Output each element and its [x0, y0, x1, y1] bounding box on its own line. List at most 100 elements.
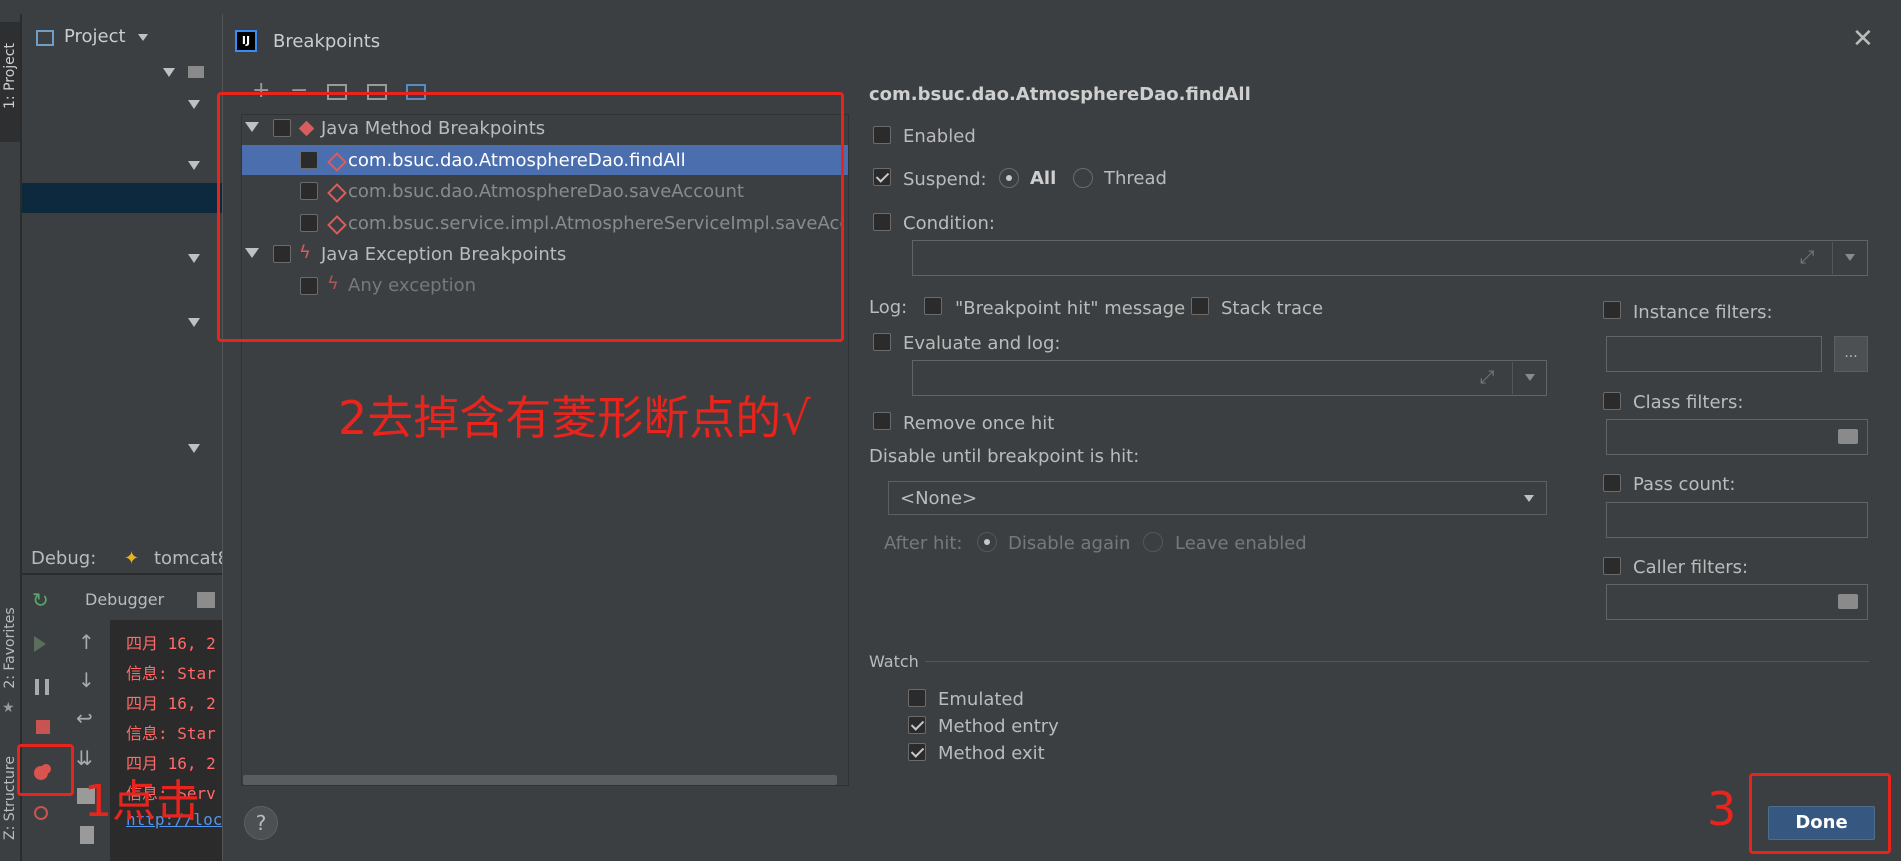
side-tab-project-label: 1: Project — [2, 43, 18, 109]
disable-until-value: <None> — [900, 488, 978, 509]
step-down-icon[interactable]: ↓ — [78, 668, 95, 692]
tree-expand-icon[interactable] — [188, 444, 200, 453]
folder-icon — [188, 66, 204, 78]
folder-icon[interactable] — [1838, 429, 1858, 444]
project-dropdown-icon[interactable] — [138, 34, 148, 41]
after-hit-disable-label[interactable]: Disable again — [1008, 533, 1130, 554]
annotation-box-tree — [217, 92, 844, 342]
stop-icon[interactable] — [36, 720, 50, 734]
tree-selected-row[interactable] — [22, 183, 222, 213]
project-panel — [22, 14, 222, 549]
suspend-checkbox[interactable] — [873, 168, 891, 186]
annotation-box-debug-icon — [17, 744, 74, 796]
suspend-thread-label[interactable]: Thread — [1104, 168, 1167, 189]
tree-expand-icon[interactable] — [163, 68, 175, 77]
condition-dropdown-divider — [1832, 242, 1833, 274]
stack-trace-checkbox[interactable] — [1191, 297, 1209, 315]
expand-editor-icon[interactable]: ⤢ — [1800, 247, 1814, 268]
resume-icon[interactable] — [34, 636, 46, 652]
emulated-label[interactable]: Emulated — [938, 689, 1024, 710]
after-hit-label: After hit: — [884, 533, 963, 554]
console-line: 信息: Star — [126, 664, 216, 683]
annotation-step2: 2去掉含有菱形断点的√ — [338, 391, 811, 445]
instance-filters-input[interactable] — [1606, 336, 1822, 372]
tree-expand-icon[interactable] — [188, 254, 200, 263]
step-up-icon[interactable]: ↑ — [78, 630, 95, 654]
chevron-down-icon[interactable] — [1524, 495, 1534, 502]
remove-once-hit-checkbox[interactable] — [873, 412, 891, 430]
condition-label[interactable]: Condition: — [903, 213, 995, 234]
condition-input[interactable] — [912, 240, 1868, 276]
disable-until-label: Disable until breakpoint is hit: — [869, 446, 1140, 467]
mute-breakpoints-icon[interactable] — [34, 806, 48, 820]
tree-expand-icon[interactable] — [188, 100, 200, 109]
log-label: Log: — [869, 297, 908, 318]
project-view-icon — [36, 30, 54, 46]
pass-count-label[interactable]: Pass count: — [1633, 474, 1735, 495]
instance-filters-checkbox[interactable] — [1603, 301, 1621, 319]
watch-separator — [925, 661, 1869, 662]
suspend-thread-radio[interactable] — [1073, 168, 1093, 188]
caller-filters-input[interactable] — [1606, 584, 1868, 620]
emulated-checkbox[interactable] — [908, 689, 926, 707]
after-hit-leave-label[interactable]: Leave enabled — [1175, 533, 1307, 554]
class-filters-checkbox[interactable] — [1603, 392, 1621, 410]
pass-count-input[interactable] — [1606, 502, 1868, 538]
evaluate-log-checkbox[interactable] — [873, 333, 891, 351]
instance-filters-label[interactable]: Instance filters: — [1633, 302, 1773, 323]
suspend-all-label[interactable]: All — [1030, 168, 1056, 189]
soft-wrap-icon[interactable]: ↩ — [76, 706, 93, 730]
condition-history-dropdown[interactable] — [1845, 254, 1855, 261]
class-filters-input[interactable] — [1606, 419, 1868, 455]
project-label[interactable]: Project — [64, 26, 126, 47]
evaluate-log-label[interactable]: Evaluate and log: — [903, 333, 1060, 354]
instance-filters-button[interactable]: ... — [1834, 336, 1868, 372]
star-icon: ★ — [2, 700, 15, 716]
console-line: 信息: Star — [126, 724, 216, 743]
method-exit-label[interactable]: Method exit — [938, 743, 1045, 764]
condition-checkbox[interactable] — [873, 213, 891, 231]
enabled-checkbox[interactable] — [873, 126, 891, 144]
suspend-all-radio[interactable] — [999, 168, 1019, 188]
console-tab-icon[interactable] — [197, 592, 215, 608]
pass-count-checkbox[interactable] — [1603, 474, 1621, 492]
breakpoint-heading: com.bsuc.dao.AtmosphereDao.findAll — [869, 84, 1251, 105]
disable-until-select[interactable] — [888, 481, 1547, 515]
rerun-icon[interactable]: ↻ — [32, 588, 49, 612]
tomcat-icon: ✦ — [124, 548, 140, 569]
after-hit-disable-radio[interactable] — [977, 532, 997, 552]
debugger-tab[interactable]: Debugger — [85, 590, 164, 609]
caller-filters-checkbox[interactable] — [1603, 557, 1621, 575]
console-line: 四月 16, 2 — [126, 694, 216, 713]
annotation-box-done — [1749, 773, 1891, 854]
evaluate-history-dropdown[interactable] — [1525, 374, 1535, 381]
stack-trace-label[interactable]: Stack trace — [1221, 298, 1323, 319]
evaluate-dropdown-divider — [1512, 362, 1513, 394]
console-line: 四月 16, 2 — [126, 634, 216, 653]
log-message-label[interactable]: "Breakpoint hit" message — [955, 298, 1185, 319]
suspend-label[interactable]: Suspend: — [903, 169, 987, 190]
side-tab-structure-label[interactable]: Z: Structure — [2, 748, 18, 848]
folder-icon[interactable] — [1838, 594, 1858, 609]
help-button[interactable]: ? — [244, 806, 278, 840]
pause-icon[interactable] — [35, 679, 49, 695]
method-entry-checkbox[interactable] — [908, 716, 926, 734]
tree-expand-icon[interactable] — [188, 161, 200, 170]
method-exit-checkbox[interactable] — [908, 743, 926, 761]
ide-top-bar — [0, 0, 1901, 14]
expand-editor-icon[interactable]: ⤢ — [1480, 367, 1494, 388]
tree-expand-icon[interactable] — [188, 318, 200, 327]
debug-label: Debug: — [31, 548, 97, 569]
caller-filters-label[interactable]: Caller filters: — [1633, 557, 1748, 578]
side-tab-favorites-label[interactable]: 2: Favorites — [2, 598, 18, 698]
after-hit-leave-radio[interactable] — [1143, 532, 1163, 552]
close-icon[interactable]: ✕ — [1852, 24, 1874, 54]
class-filters-label[interactable]: Class filters: — [1633, 392, 1743, 413]
tree-scrollbar[interactable] — [243, 775, 837, 785]
log-message-checkbox[interactable] — [924, 297, 942, 315]
evaluate-log-input[interactable] — [912, 360, 1547, 396]
method-entry-label[interactable]: Method entry — [938, 716, 1059, 737]
enabled-label[interactable]: Enabled — [903, 126, 976, 147]
remove-once-hit-label[interactable]: Remove once hit — [903, 413, 1054, 434]
debug-config-tab[interactable]: tomcat8 — [154, 548, 229, 569]
